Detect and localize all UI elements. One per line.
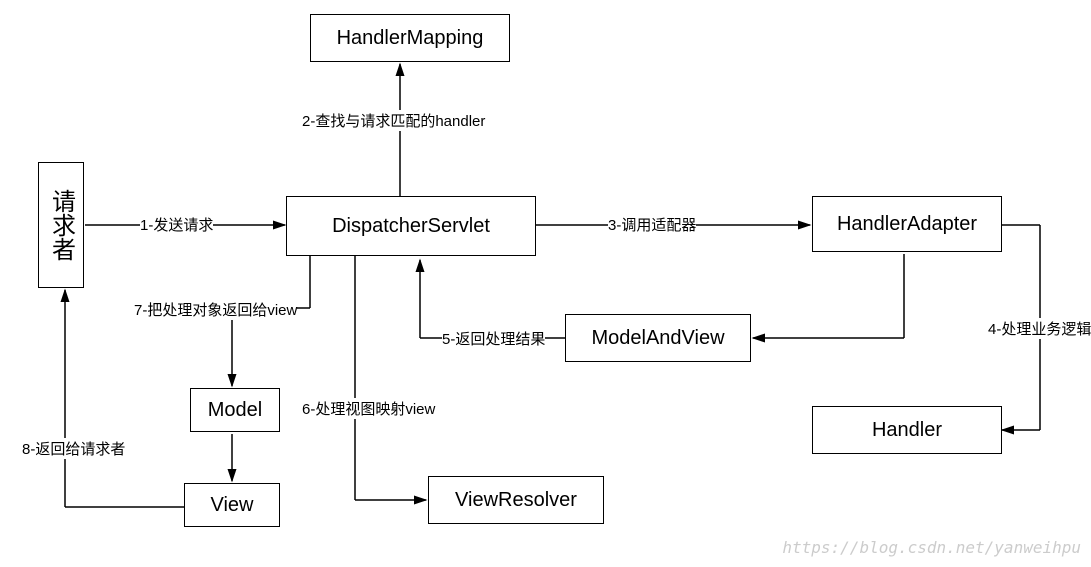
node-handler: Handler	[812, 406, 1002, 454]
node-handler-adapter: HandlerAdapter	[812, 196, 1002, 252]
label-edge-1: 1-发送请求	[140, 214, 213, 235]
label-edge-8: 8-返回给请求者	[22, 438, 125, 459]
label-edge-2: 2-查找与请求匹配的handler	[302, 110, 485, 131]
label-edge-7: 7-把处理对象返回给view	[134, 299, 297, 320]
label-edge-6: 6-处理视图映射view	[302, 398, 435, 419]
node-view: View	[184, 483, 280, 527]
watermark: https://blog.csdn.net/yanweihpu	[782, 538, 1081, 557]
label-edge-5: 5-返回处理结果	[442, 328, 545, 349]
node-view-resolver: ViewResolver	[428, 476, 604, 524]
node-dispatcher-servlet: DispatcherServlet	[286, 196, 536, 256]
node-model-and-view: ModelAndView	[565, 314, 751, 362]
label-edge-3: 3-调用适配器	[608, 214, 696, 235]
node-requester: 请求者	[38, 162, 84, 288]
label-edge-4: 4-处理业务逻辑	[988, 318, 1091, 339]
node-handler-mapping: HandlerMapping	[310, 14, 510, 62]
node-model: Model	[190, 388, 280, 432]
